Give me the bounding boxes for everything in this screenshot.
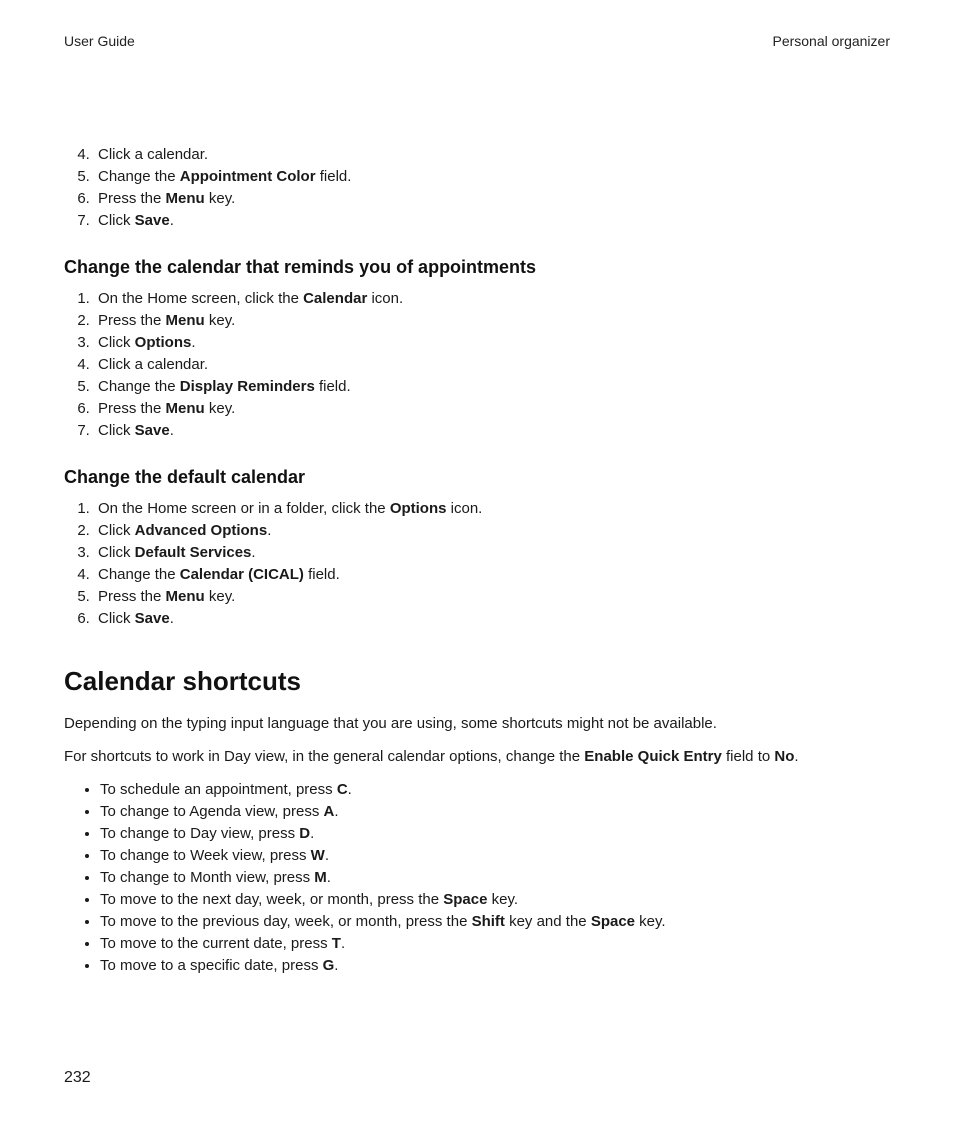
header-left: User Guide — [64, 32, 135, 52]
page: User Guide Personal organizer Click a ca… — [0, 0, 954, 1145]
list-item: Click a calendar. — [94, 144, 890, 165]
header-right: Personal organizer — [772, 32, 890, 52]
list-item: To change to Day view, press D. — [100, 823, 890, 844]
section-heading-shortcuts: Calendar shortcuts — [64, 663, 890, 699]
list-item: Press the Menu key. — [94, 586, 890, 607]
list-item: To move to the next day, week, or month,… — [100, 889, 890, 910]
page-number: 232 — [64, 1067, 91, 1089]
list-item: Press the Menu key. — [94, 188, 890, 209]
list-item: Change the Display Reminders field. — [94, 376, 890, 397]
list-item: To change to Week view, press W. — [100, 845, 890, 866]
list-item: To change to Month view, press M. — [100, 867, 890, 888]
list-item: Click Save. — [94, 210, 890, 231]
subsection-heading-reminds: Change the calendar that reminds you of … — [64, 255, 890, 280]
bullet-list-shortcuts: To schedule an appointment, press C.To c… — [64, 779, 890, 976]
list-item: Click a calendar. — [94, 354, 890, 375]
list-item: Click Advanced Options. — [94, 520, 890, 541]
list-item: Click Options. — [94, 332, 890, 353]
list-item: Click Save. — [94, 608, 890, 629]
running-header: User Guide Personal organizer — [64, 32, 890, 52]
step-list-default: On the Home screen or in a folder, click… — [64, 498, 890, 629]
paragraph-quick-entry: For shortcuts to work in Day view, in th… — [64, 746, 890, 767]
list-item: Change the Appointment Color field. — [94, 166, 890, 187]
list-item: To move to the previous day, week, or mo… — [100, 911, 890, 932]
step-list-reminds: On the Home screen, click the Calendar i… — [64, 288, 890, 441]
list-item: Change the Calendar (CICAL) field. — [94, 564, 890, 585]
list-item: Press the Menu key. — [94, 310, 890, 331]
list-item: Click Default Services. — [94, 542, 890, 563]
subsection-heading-default: Change the default calendar — [64, 465, 890, 490]
list-item: Click Save. — [94, 420, 890, 441]
paragraph-intro: Depending on the typing input language t… — [64, 713, 890, 734]
list-item: To schedule an appointment, press C. — [100, 779, 890, 800]
list-item: Press the Menu key. — [94, 398, 890, 419]
continued-step-list: Click a calendar.Change the Appointment … — [64, 144, 890, 231]
list-item: On the Home screen or in a folder, click… — [94, 498, 890, 519]
list-item: On the Home screen, click the Calendar i… — [94, 288, 890, 309]
list-item: To change to Agenda view, press A. — [100, 801, 890, 822]
list-item: To move to a specific date, press G. — [100, 955, 890, 976]
list-item: To move to the current date, press T. — [100, 933, 890, 954]
